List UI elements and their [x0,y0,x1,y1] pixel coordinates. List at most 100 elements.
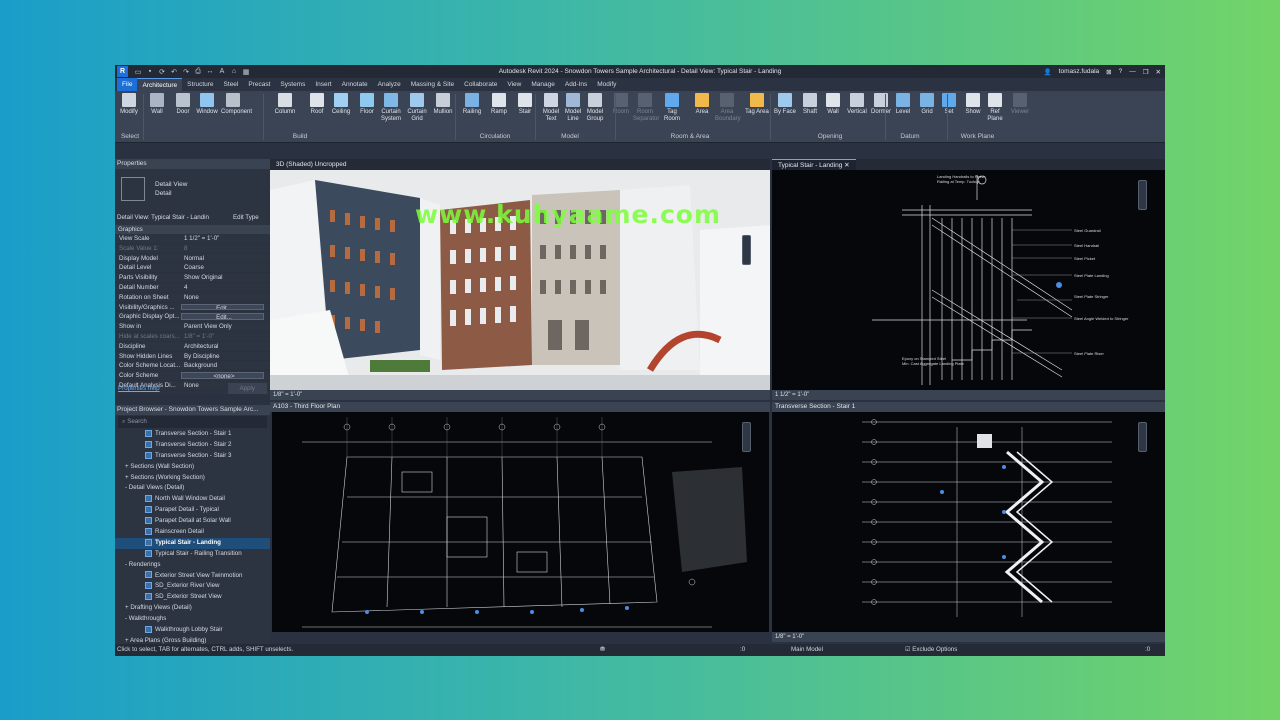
tool-component-button[interactable]: Component [221,93,252,116]
browser-tree-item[interactable]: Parapet Detail - Typical [115,505,270,516]
properties-help-link[interactable]: Properties help [118,383,160,394]
property-row[interactable]: Graphic Display Opt... Edit... [115,312,270,323]
close-button[interactable]: ✕ [1156,68,1161,76]
tool-stair-button[interactable]: Stair [513,93,537,116]
restore-button[interactable]: ❐ [1143,68,1149,76]
browser-tree-item[interactable]: + Drafting Views (Detail) [115,603,270,614]
tool-door-button[interactable]: Door [171,93,195,116]
browser-tree-item[interactable]: Rainscreen Detail [115,527,270,538]
tab-structure[interactable]: Structure [182,78,218,91]
tool-tag-area-button[interactable]: Tag Area [745,93,769,116]
tool-grid-button[interactable]: Grid [915,93,939,116]
exclude-options-checkbox[interactable]: ☑ Exclude Options [905,644,957,656]
tool-curtain-grid-button[interactable]: Curtain Grid [405,93,429,123]
undo-icon[interactable]: ↶ [170,68,178,76]
filter-count[interactable]: :0 [1145,644,1150,656]
instance-selector[interactable]: Detail View: Typical Stair - Landin [117,214,225,221]
tab-view[interactable]: View [502,78,526,91]
tool-roof-button[interactable]: Roof [305,93,329,116]
browser-tree-item[interactable]: SD_Exterior River View [115,581,270,592]
browser-tree-item[interactable]: - Renderings [115,560,270,571]
navigation-bar[interactable] [742,422,751,452]
browser-tree-item[interactable]: + Sections (Wall Section) [115,462,270,473]
property-row[interactable]: Color Scheme Locat... Background [115,361,270,372]
property-row[interactable]: Hide at scales coars... 1/8" = 1'-0" [115,332,270,342]
property-row[interactable]: Color Scheme <none> [115,371,270,381]
close-tab-icon[interactable]: ✕ [844,162,849,169]
worksharing-icon[interactable]: ⛃ [600,644,605,656]
tab-modify[interactable]: Modify [592,78,621,91]
home-icon[interactable]: ⌂ [230,68,238,76]
tool-railing-button[interactable]: Railing [460,93,484,116]
tab-architecture[interactable]: Architecture [137,78,183,91]
property-row[interactable]: View Scale 1 1/2" = 1'-0" [115,234,270,244]
tool-area-boundary-button[interactable]: Area Boundary [715,93,741,123]
cart-icon[interactable]: ⊠ [1106,68,1111,76]
design-option-selector[interactable]: Main Model [791,644,823,656]
browser-tree-item[interactable]: Walkthrough Lobby Stair [115,625,270,636]
section-view-header[interactable]: Transverse Section - Stair 1 [772,402,1165,412]
panel-select[interactable]: Select [117,133,143,140]
tool-set-button[interactable]: Set [937,93,961,116]
tab-3d-shaded[interactable]: 3D (Shaded) Uncropped [270,159,352,170]
tool-show-button[interactable]: Show [961,93,985,116]
view-section[interactable]: 1/8" = 1'-0" [772,412,1165,642]
help-icon[interactable]: ? [1119,68,1123,75]
apply-button[interactable]: Apply [227,383,267,394]
view-floor-plan[interactable] [272,412,769,632]
navigation-bar[interactable] [1138,180,1147,210]
switch-windows-icon[interactable]: ▦ [242,68,250,76]
view-detail-stair[interactable]: Landing Handrails to Finish Railing at T… [772,170,1165,400]
open-icon[interactable]: ▭ [134,68,142,76]
tab-insert[interactable]: Insert [310,78,336,91]
scale-label[interactable]: 1/8" = 1'-0" [273,392,302,398]
tool-vertical-button[interactable]: Vertical [845,93,869,116]
scale-label[interactable]: 1/8" = 1'-0" [775,634,804,640]
browser-tree-item[interactable]: Transverse Section - Stair 2 [115,440,270,451]
property-row[interactable]: Parts Visibility Show Original [115,273,270,283]
tab-analyze[interactable]: Analyze [373,78,406,91]
tab-annotate[interactable]: Annotate [337,78,373,91]
tab-typical-stair-landing[interactable]: Typical Stair - Landing ✕ [772,159,856,170]
browser-tree-item[interactable]: North Wall Window Detail [115,494,270,505]
tool-model-text-button[interactable]: Model Text [539,93,563,123]
tool-floor-button[interactable]: Floor [355,93,379,116]
browser-tree-item[interactable]: Typical Stair - Landing [115,537,270,549]
redo-icon[interactable]: ↷ [182,68,190,76]
tab-massing-site[interactable]: Massing & Site [406,78,459,91]
property-row[interactable]: Detail Number 4 [115,283,270,293]
tool-viewer-button[interactable]: Viewer [1008,93,1032,116]
property-row[interactable]: Scale Value 1: 8 [115,244,270,254]
tab-file[interactable]: File [117,78,138,91]
tool-ramp-button[interactable]: Ramp [487,93,511,116]
tool-room-button[interactable]: Room [609,93,633,116]
print-icon[interactable]: ⎙ [194,68,202,76]
property-row[interactable]: Display Model Normal [115,254,270,264]
edit-type-button[interactable]: Edit Type [233,214,259,221]
browser-tree-item[interactable]: SD_Exterior Street View [115,592,270,603]
user-name[interactable]: tomasz.fudala [1059,68,1099,75]
tool-by-face-button[interactable]: By Face [773,93,797,116]
sync-icon[interactable]: ⟳ [158,68,166,76]
browser-tree-item[interactable]: Transverse Section - Stair 3 [115,451,270,462]
tool-dormer-button[interactable]: Dormer [869,93,893,116]
user-icon[interactable]: 👤 [1044,68,1052,76]
property-row[interactable]: Visibility/Graphics ... Edit... [115,303,270,313]
tool-model-line-button[interactable]: Model Line [561,93,585,123]
save-icon[interactable]: ▪ [146,68,154,76]
property-row[interactable]: Detail Level Coarse [115,263,270,274]
tool-column-button[interactable]: Column [273,93,297,116]
tab-precast[interactable]: Precast [243,78,275,91]
type-selector[interactable]: Detail View Detail [115,169,270,211]
minimize-button[interactable]: — [1129,68,1136,75]
tool-modify-button[interactable]: Modify [117,93,141,116]
tool-ref-plane-button[interactable]: Ref Plane [983,93,1007,123]
tool-mullion-button[interactable]: Mullion [431,93,455,116]
property-row[interactable]: Discipline Architectural [115,342,270,352]
browser-tree-item[interactable]: - Detail Views (Detail) [115,483,270,494]
tool-curtain-system-button[interactable]: Curtain System [379,93,403,123]
tool-window-button[interactable]: Window [195,93,219,116]
property-edit-button[interactable]: Edit... [181,313,264,321]
tab-steel[interactable]: Steel [219,78,244,91]
tool-model-group-button[interactable]: Model Group [583,93,607,123]
